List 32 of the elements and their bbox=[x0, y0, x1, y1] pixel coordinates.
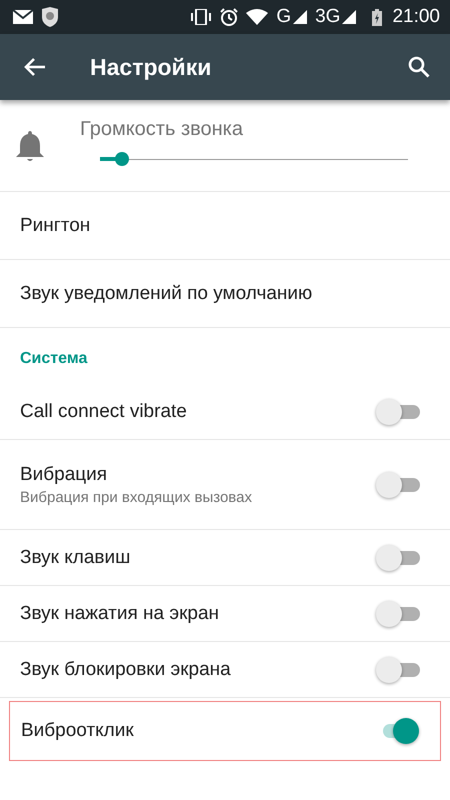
shield-icon bbox=[41, 7, 59, 27]
setting-title: Вибрация bbox=[20, 464, 108, 486]
section-header: Система bbox=[19, 349, 88, 369]
wifi-icon bbox=[246, 9, 268, 25]
clock: 21:00 bbox=[392, 6, 440, 28]
setting-title: Виброотклик bbox=[21, 720, 135, 742]
toggle-switch[interactable] bbox=[376, 656, 420, 682]
signal-icon bbox=[293, 10, 308, 24]
search-icon[interactable] bbox=[408, 56, 430, 78]
mail-icon bbox=[13, 10, 33, 24]
volume-label: Громкость звонка bbox=[80, 118, 244, 141]
signal-icon bbox=[342, 10, 356, 24]
volume-slider[interactable] bbox=[100, 151, 408, 167]
network-type: G bbox=[276, 6, 292, 28]
settings-item[interactable]: Звук уведомлений по умолчанию bbox=[0, 260, 450, 328]
settings-item[interactable]: Рингтон bbox=[0, 192, 450, 260]
toggle-switch[interactable] bbox=[376, 600, 420, 626]
bell-icon bbox=[15, 128, 45, 162]
toggle-switch[interactable] bbox=[376, 398, 420, 424]
back-arrow-icon[interactable] bbox=[24, 57, 46, 77]
toggle-switch[interactable] bbox=[376, 544, 420, 570]
setting-title: Звук нажатия на экран bbox=[20, 602, 220, 624]
setting-title: Звук клавиш bbox=[20, 546, 132, 568]
battery-charging-icon bbox=[372, 8, 382, 26]
setting-title: Звук блокировки экрана bbox=[20, 658, 232, 680]
screen-title: Настройки bbox=[90, 54, 212, 80]
network-type: 3G bbox=[315, 6, 340, 28]
vibrate-icon bbox=[190, 9, 212, 25]
setting-subtitle: Вибрация при входящих вызовах bbox=[20, 488, 253, 506]
setting-title: Call connect vibrate bbox=[20, 400, 188, 422]
toggle-switch[interactable] bbox=[376, 472, 420, 498]
alarm-icon bbox=[220, 8, 238, 26]
